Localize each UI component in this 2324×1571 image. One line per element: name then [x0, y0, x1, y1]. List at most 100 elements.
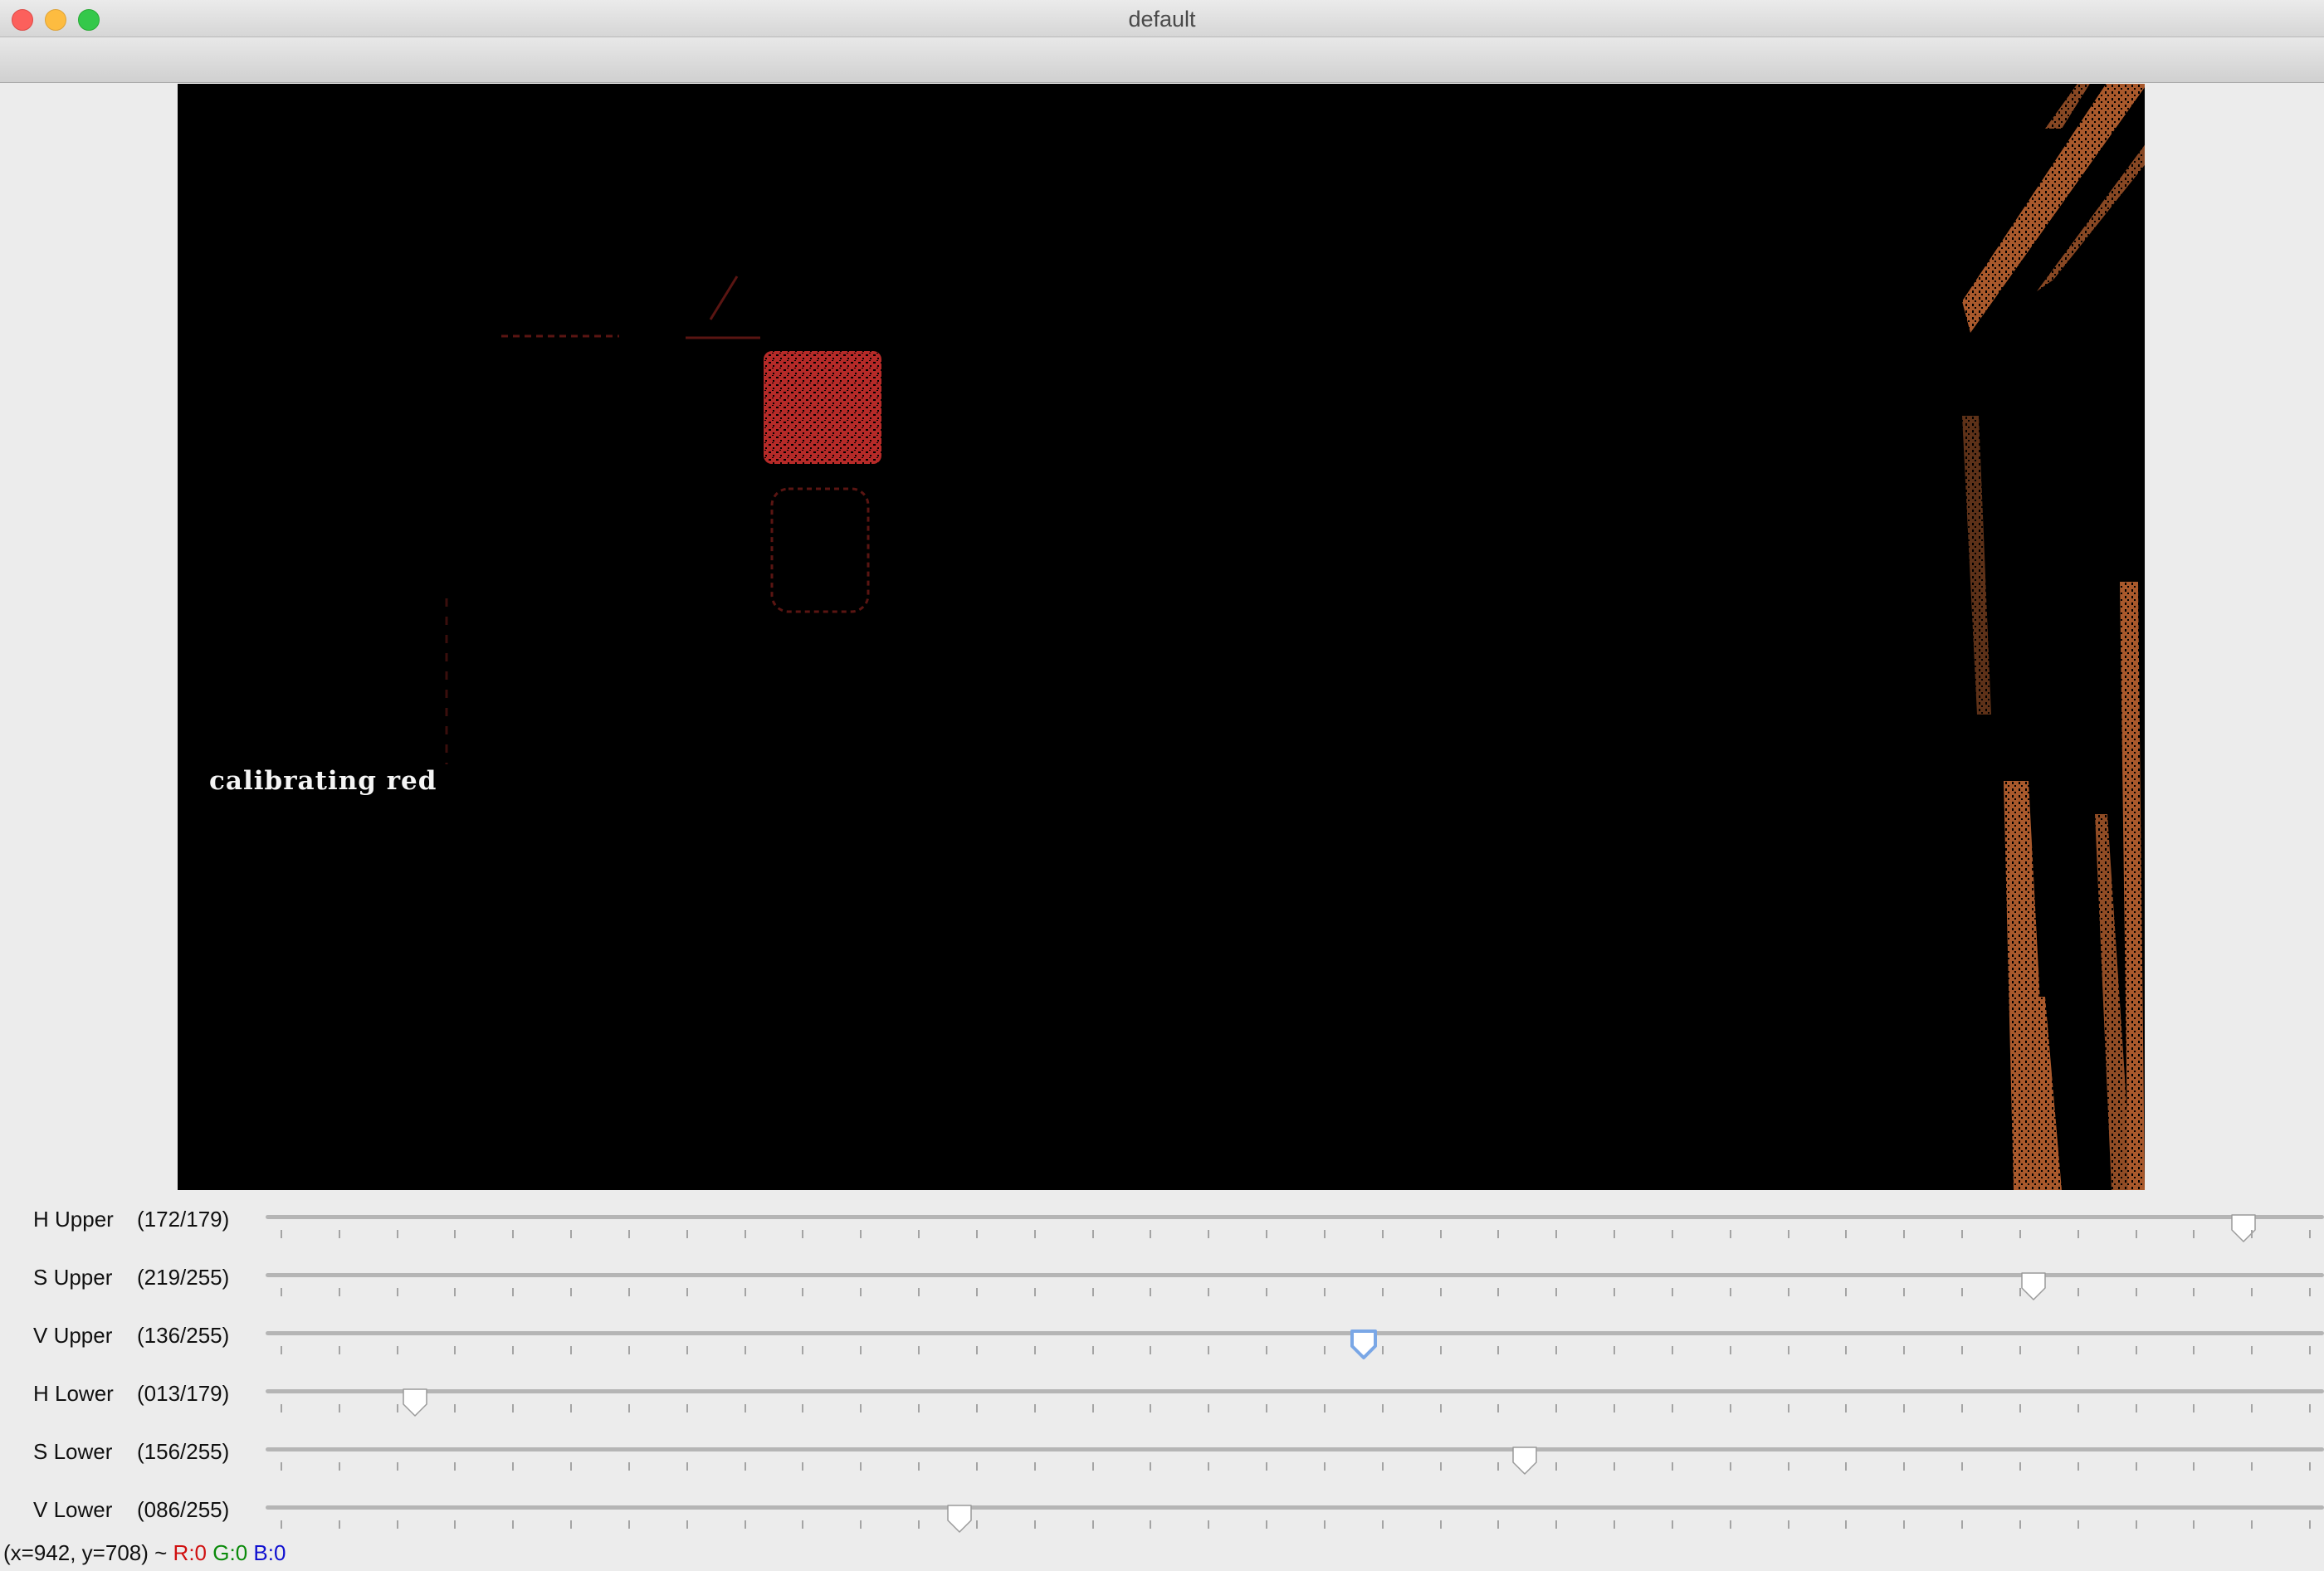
tick-mark: [338, 1230, 340, 1238]
slider-track[interactable]: [266, 1214, 2324, 1242]
status-bar: (x=942, y=708) ~ R:0 G:0 B:0: [0, 1538, 2324, 1571]
tick-mark: [744, 1288, 746, 1296]
tick-mark: [975, 1404, 978, 1412]
title-bar: default: [0, 0, 2324, 37]
trackbar-label: S Upper: [33, 1265, 113, 1290]
tick-mark: [1208, 1346, 1210, 1354]
tick-mark: [1323, 1520, 1326, 1529]
trackbar-h-lower[interactable]: H Lower (013/179): [0, 1381, 2324, 1439]
tick-mark: [627, 1346, 630, 1354]
tick-mark: [2077, 1462, 2079, 1471]
trackbar-value: (156/255): [137, 1439, 230, 1464]
slider-track[interactable]: [266, 1329, 2324, 1359]
tick-mark: [1729, 1462, 1731, 1471]
slider-thumb[interactable]: [1349, 1328, 1379, 1361]
tick-mark: [281, 1520, 282, 1529]
tick-mark: [1439, 1346, 1442, 1354]
tick-mark: [1961, 1404, 1964, 1412]
slider-ticks: [266, 1462, 2324, 1472]
tick-mark: [512, 1230, 515, 1238]
slider-thumb[interactable]: [400, 1386, 430, 1419]
tick-mark: [1208, 1520, 1210, 1529]
slider-ticks: [266, 1404, 2324, 1414]
tick-mark: [1845, 1404, 1848, 1412]
tick-mark: [918, 1520, 920, 1529]
tick-mark: [2019, 1346, 2021, 1354]
tick-mark: [281, 1230, 282, 1238]
tick-mark: [1439, 1288, 1442, 1296]
tick-mark: [1729, 1346, 1731, 1354]
tick-mark: [2019, 1404, 2021, 1412]
tick-mark: [860, 1520, 862, 1529]
slider-track[interactable]: [266, 1505, 2324, 1533]
tick-mark: [975, 1346, 978, 1354]
trackbar-s-upper[interactable]: S Upper (219/255): [0, 1265, 2324, 1323]
trackbar-h-upper[interactable]: H Upper (172/179): [0, 1207, 2324, 1265]
calibration-label: calibrating red: [209, 766, 437, 796]
trackbar-v-upper[interactable]: V Upper (136/255): [0, 1323, 2324, 1381]
tick-mark: [281, 1288, 282, 1296]
tick-mark: [1033, 1230, 1036, 1238]
tick-mark: [1787, 1404, 1789, 1412]
tick-mark: [802, 1288, 804, 1296]
slider-thumb[interactable]: [945, 1502, 974, 1535]
tick-mark: [2309, 1230, 2311, 1238]
tick-mark: [454, 1230, 456, 1238]
status-blue-value: B:0: [253, 1540, 286, 1565]
tick-mark: [1381, 1520, 1384, 1529]
tick-mark: [1671, 1288, 1673, 1296]
tick-mark: [1208, 1404, 1210, 1412]
slider-track[interactable]: [266, 1272, 2324, 1300]
tick-mark: [281, 1404, 282, 1412]
trackbar-s-lower[interactable]: S Lower (156/255): [0, 1439, 2324, 1497]
tick-mark: [2251, 1230, 2253, 1238]
tick-mark: [1614, 1462, 1616, 1471]
image-view[interactable]: calibrating red: [178, 84, 2145, 1190]
slider-thumb[interactable]: [2229, 1212, 2258, 1245]
tick-mark: [1266, 1520, 1268, 1529]
tick-mark: [1614, 1346, 1616, 1354]
tick-mark: [2135, 1520, 2137, 1529]
tick-mark: [1555, 1404, 1558, 1412]
tick-mark: [2077, 1404, 2079, 1412]
tick-mark: [396, 1230, 398, 1238]
tick-mark: [1033, 1404, 1036, 1412]
trackbar-label: V Upper: [33, 1323, 113, 1348]
tick-mark: [1671, 1404, 1673, 1412]
tick-mark: [512, 1520, 515, 1529]
tick-mark: [1497, 1462, 1500, 1471]
slider-thumb[interactable]: [2019, 1270, 2048, 1303]
tick-mark: [1497, 1404, 1500, 1412]
tick-mark: [281, 1462, 282, 1471]
slider-track[interactable]: [266, 1388, 2324, 1417]
tick-mark: [2135, 1230, 2137, 1238]
trackbar-label: H Upper: [33, 1207, 114, 1232]
tick-mark: [2193, 1520, 2195, 1529]
tick-mark: [2077, 1346, 2079, 1354]
tick-mark: [1555, 1288, 1558, 1296]
tick-mark: [1381, 1288, 1384, 1296]
slider-ticks: [266, 1288, 2324, 1298]
tick-mark: [1729, 1230, 1731, 1238]
tick-mark: [627, 1404, 630, 1412]
tick-mark: [1961, 1462, 1964, 1471]
tick-mark: [570, 1404, 573, 1412]
trackbar-label: V Lower: [33, 1497, 113, 1522]
tick-mark: [1266, 1462, 1268, 1471]
tick-mark: [396, 1462, 398, 1471]
tick-mark: [1787, 1346, 1789, 1354]
tick-mark: [1671, 1346, 1673, 1354]
tick-mark: [627, 1230, 630, 1238]
tick-mark: [975, 1230, 978, 1238]
tick-mark: [1497, 1288, 1500, 1296]
tick-mark: [570, 1520, 573, 1529]
tick-mark: [1208, 1288, 1210, 1296]
slider-track[interactable]: [266, 1447, 2324, 1475]
slider-thumb[interactable]: [1510, 1444, 1540, 1477]
tick-mark: [975, 1288, 978, 1296]
tick-mark: [1671, 1230, 1673, 1238]
tick-mark: [1323, 1288, 1326, 1296]
tick-mark: [512, 1288, 515, 1296]
window-title: default: [1128, 7, 1196, 32]
tick-mark: [2019, 1230, 2021, 1238]
